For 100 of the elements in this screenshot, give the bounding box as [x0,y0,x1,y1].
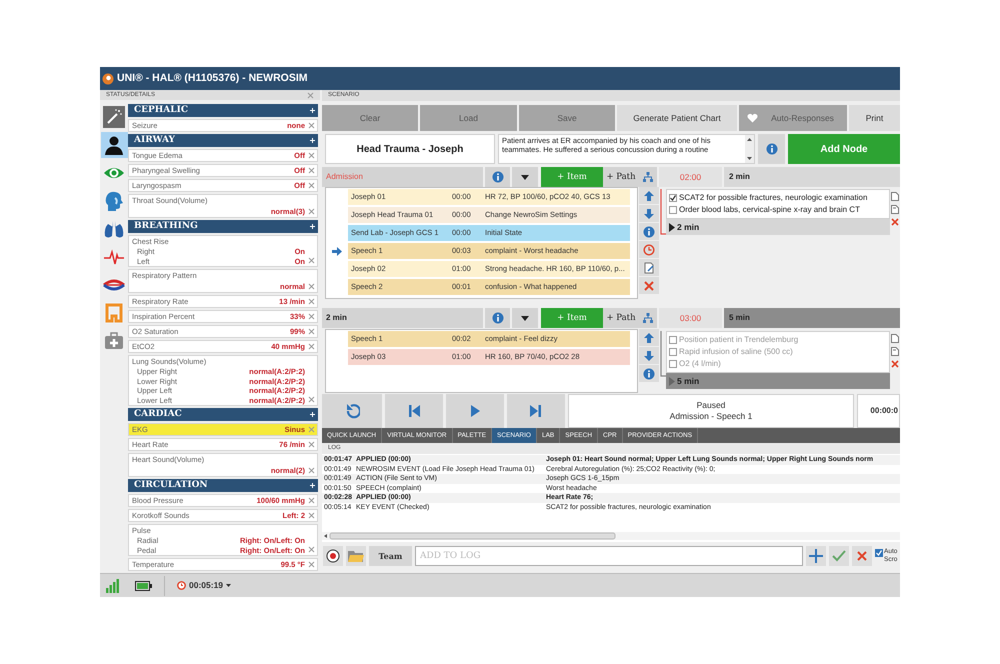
remove-icon[interactable] [308,561,315,568]
add-button[interactable] [806,546,826,566]
node-name: Admission [322,167,483,187]
section-title: BREATHING [134,220,198,233]
info-icon[interactable] [766,143,778,155]
edit-icon[interactable] [639,259,659,276]
remove-icon[interactable] [308,512,315,519]
dropdown-button[interactable] [512,167,538,187]
info-icon[interactable] [492,312,504,324]
skip-back-icon[interactable] [385,394,443,428]
remove-icon[interactable] [308,167,315,174]
delete-icon[interactable] [891,360,899,368]
plus-icon [310,483,315,488]
section-header[interactable]: CARDIAC [128,408,318,421]
section-header[interactable]: AIRWAY [128,134,318,147]
section-header[interactable]: CIRCULATION [128,479,318,492]
event-duration: 2 min [677,220,700,234]
remove-icon[interactable] [308,441,315,448]
clock-icon [177,581,186,590]
play-icon [669,376,675,386]
info-button[interactable] [758,134,785,164]
remove-icon[interactable] [308,328,315,335]
wand-icon[interactable] [100,104,128,130]
node-time: 02:00 [659,167,722,187]
delete-icon[interactable] [639,277,659,294]
playback-position: Admission - Speech 1 [670,411,752,422]
remove-icon[interactable] [308,426,315,433]
close-icon[interactable] [307,92,314,98]
playback-status: Paused [696,400,726,411]
elapsed-time: 00:05:19 [189,579,224,592]
event-duration: 5 min [677,374,700,388]
clock-icon[interactable] [639,241,659,258]
caret-icon[interactable] [226,584,232,587]
remove-icon[interactable] [308,283,315,290]
signal-icon [105,578,119,592]
add-path-button[interactable]: + Path [603,308,639,328]
plus-icon [310,108,315,113]
remove-icon[interactable] [308,298,315,305]
section-title: CARDIAC [134,408,182,421]
tree-icon[interactable] [639,308,657,328]
play-icon [669,222,675,232]
checkbox[interactable] [669,194,677,202]
section-title: AIRWAY [134,134,175,147]
connector-line [660,189,666,237]
tree-icon[interactable] [639,167,657,187]
remove-icon[interactable] [308,396,315,403]
info-icon[interactable] [639,223,659,240]
toolbar-button[interactable]: Generate Patient Chart [617,105,737,131]
remove-icon[interactable] [308,546,315,553]
clock-text: 00:00:0 [870,405,898,417]
checkbox[interactable] [875,549,883,557]
play-icon[interactable] [446,394,504,428]
section-header[interactable]: BREATHING [128,220,318,233]
event-label: Rapid infusion of saline (500 cc) [679,346,793,358]
info-icon[interactable] [492,171,504,183]
copy-icon[interactable] [891,347,899,356]
scrollbar [745,135,754,163]
remove-icon[interactable] [308,182,315,189]
plus-icon [310,412,315,417]
log-input-field[interactable]: ADD TO LOG [415,546,803,566]
reset-icon[interactable] [322,394,382,428]
battery-icon [135,580,152,590]
info-icon[interactable] [639,365,659,382]
delete-icon[interactable] [891,218,899,226]
add-path-button[interactable]: + Path [603,167,639,187]
remove-icon[interactable] [308,467,315,474]
section-header[interactable]: CEPHALIC [128,104,318,117]
event-label: SCAT2 for possible fractures, neurologic examination [679,192,868,204]
remove-icon[interactable] [308,257,315,264]
person-icon[interactable] [100,132,128,158]
scenario-name-field[interactable]: Head Trauma - Joseph [325,134,495,164]
team-button[interactable]: Team [369,546,412,566]
remove-icon[interactable] [308,152,315,159]
node-duration: 5 min [724,308,900,328]
cancel-button[interactable] [852,546,872,566]
remove-icon[interactable] [308,208,315,215]
node-time: 03:00 [659,308,722,328]
window-title: UNI® - HAL® (H1105376) - NEWROSIM [117,70,308,86]
confirm-button[interactable] [829,546,849,566]
checkbox[interactable] [669,348,677,356]
copy-icon[interactable] [891,205,899,214]
checkbox[interactable] [669,206,677,214]
event-label: O2 (4 l/min) [679,358,721,370]
checkbox[interactable] [669,336,677,344]
caret-icon[interactable] [521,316,529,320]
record-button[interactable] [323,546,343,566]
skip-forward-icon[interactable] [507,394,565,428]
remove-icon[interactable] [308,313,315,320]
checkbox[interactable] [669,360,677,368]
logo-icon [102,72,114,84]
section-title: CEPHALIC [134,104,188,117]
caret-icon[interactable] [521,174,529,180]
toolbar-button[interactable]: Print [849,105,900,131]
plus-icon [310,224,315,229]
close-icon[interactable] [856,550,868,562]
plus-icon [310,138,315,143]
dropdown-button[interactable] [512,308,538,328]
remove-icon[interactable] [308,122,315,129]
remove-icon[interactable] [308,343,315,350]
remove-icon[interactable] [308,497,315,504]
